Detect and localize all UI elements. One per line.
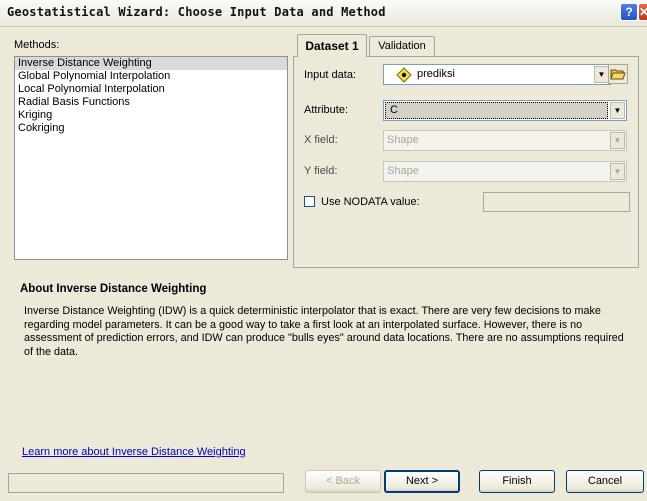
window-title: Geostatistical Wizard: Choose Input Data… <box>7 5 386 19</box>
help-icon[interactable]: ? <box>620 3 638 21</box>
cancel-button[interactable]: Cancel <box>566 470 644 493</box>
input-data-combo[interactable]: prediksi ▼ <box>383 64 611 85</box>
y-field-label: Y field: <box>304 165 338 177</box>
learn-more-link[interactable]: Learn more about Inverse Distance Weight… <box>22 446 246 458</box>
about-description: Inverse Distance Weighting (IDW) is a qu… <box>24 305 624 358</box>
attribute-selection <box>385 102 608 119</box>
input-data-label: Input data: <box>304 69 356 81</box>
close-icon[interactable]: ✕ <box>638 3 647 21</box>
input-data-value: prediksi <box>417 68 455 80</box>
y-field-value: Shape <box>387 165 419 177</box>
nodata-label: Use NODATA value: <box>321 196 420 208</box>
next-button[interactable]: Next > <box>384 470 460 493</box>
x-field-value: Shape <box>387 134 419 146</box>
open-folder-icon[interactable] <box>608 64 628 84</box>
y-field-combo: Shape ▼ <box>383 161 627 182</box>
about-title: About Inverse Distance Weighting <box>20 283 207 295</box>
tab-dataset-1[interactable]: Dataset 1 <box>297 34 367 57</box>
nodata-value-field <box>483 192 630 212</box>
method-item-kriging[interactable]: Kriging <box>15 109 287 122</box>
method-item-local-polynomial[interactable]: Local Polynomial Interpolation <box>15 83 287 96</box>
methods-list[interactable]: Inverse Distance Weighting Global Polyno… <box>14 56 288 260</box>
tab-validation[interactable]: Validation <box>369 36 435 57</box>
method-item-global-polynomial[interactable]: Global Polynomial Interpolation <box>15 70 287 83</box>
method-item-radial-basis[interactable]: Radial Basis Functions <box>15 96 287 109</box>
chevron-down-icon: ▼ <box>610 163 625 180</box>
methods-label: Methods: <box>14 39 60 51</box>
status-box <box>8 473 284 493</box>
attribute-combo[interactable]: C ▼ <box>383 100 627 121</box>
method-item-cokriging[interactable]: Cokriging <box>15 122 287 135</box>
title-bar: Geostatistical Wizard: Choose Input Data… <box>0 0 647 27</box>
chevron-down-icon[interactable]: ▼ <box>594 66 609 83</box>
chevron-down-icon[interactable]: ▼ <box>610 102 625 119</box>
nodata-checkbox[interactable] <box>304 196 315 207</box>
chevron-down-icon: ▼ <box>610 132 625 149</box>
finish-button[interactable]: Finish <box>479 470 555 493</box>
attribute-label: Attribute: <box>304 104 349 116</box>
attribute-value: C <box>390 104 398 116</box>
point-layer-icon <box>396 67 412 86</box>
back-button: < Back <box>305 470 381 493</box>
x-field-label: X field: <box>304 134 338 146</box>
x-field-combo: Shape ▼ <box>383 130 627 151</box>
method-item-idw[interactable]: Inverse Distance Weighting <box>15 57 287 70</box>
